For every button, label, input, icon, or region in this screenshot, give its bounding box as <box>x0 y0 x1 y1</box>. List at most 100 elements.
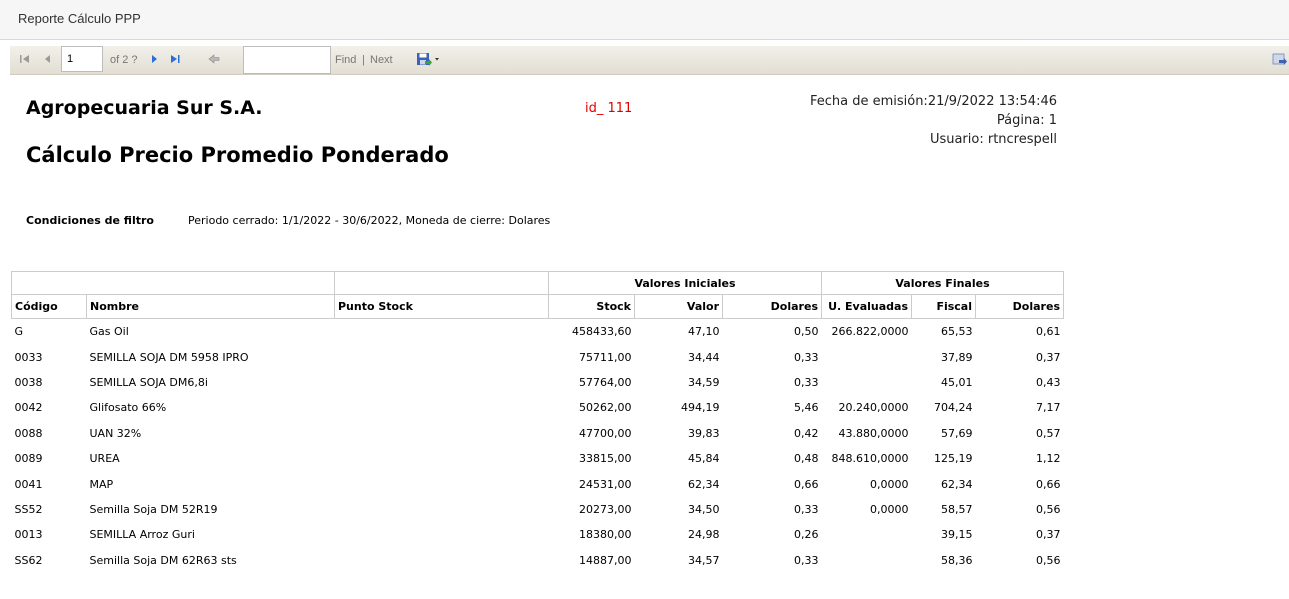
cell-nombre: SEMILLA SOJA DM 5958 IPRO <box>89 350 249 364</box>
find-link[interactable]: Find <box>335 54 356 66</box>
export-save-icon[interactable] <box>416 52 440 66</box>
col-header-dolares-iniciales: Dolares <box>722 294 822 319</box>
cell-dolares-iniciales: 0,50 <box>794 325 819 339</box>
find-next-link[interactable]: Next <box>370 54 393 66</box>
cell-valor: 24,98 <box>688 528 720 542</box>
cell-punto-stock <box>335 344 549 369</box>
company-name: Agropecuaria Sur S.A. <box>26 97 263 119</box>
cell-nombre: UREA <box>89 452 120 466</box>
cell-stock: 57764,00 <box>579 375 632 389</box>
feed-export-icon[interactable] <box>1272 52 1288 66</box>
first-page-icon[interactable] <box>18 52 32 66</box>
cell-dolares-iniciales: 0,33 <box>794 553 819 567</box>
table-row: 0042 Glifosato 66% 50262,00 494,19 5,46 20.24… <box>12 395 1064 420</box>
page-number-input[interactable] <box>61 46 103 72</box>
cell-fiscal: 45,01 <box>941 375 973 389</box>
cell-u-evaluadas <box>822 522 912 547</box>
window-titlebar: Reporte Cálculo PPP <box>0 0 1289 40</box>
cell-punto-stock <box>335 548 549 573</box>
table-row: SS62 Semilla Soja DM 62R63 sts 14887,00 34,… <box>12 548 1064 573</box>
cell-u-evaluadas <box>822 548 912 573</box>
cell-fiscal: 125,19 <box>934 452 973 466</box>
cell-dolares-iniciales: 0,42 <box>794 426 819 440</box>
last-page-icon[interactable] <box>168 52 182 66</box>
cell-dolares-finales: 0,43 <box>1036 375 1061 389</box>
cell-punto-stock <box>335 421 549 446</box>
cell-dolares-finales: 0,37 <box>1036 350 1061 364</box>
group-header-row: Valores Iniciales Valores Finales <box>11 271 1064 295</box>
col-header-nombre: Nombre <box>86 294 335 319</box>
cell-u-evaluadas: 848.610,0000 <box>831 452 909 466</box>
col-header-codigo: Código <box>11 294 87 319</box>
cell-codigo: G <box>14 325 24 339</box>
cell-stock: 47700,00 <box>579 426 632 440</box>
back-to-parent-icon[interactable] <box>207 52 221 66</box>
find-text-input[interactable] <box>243 46 331 74</box>
cell-punto-stock <box>335 471 549 496</box>
column-header-row: Código Nombre Punto Stock Stock Valor Do… <box>11 294 1064 319</box>
cell-nombre: SEMILLA Arroz Guri <box>89 528 195 542</box>
cell-dolares-finales: 7,17 <box>1036 401 1061 415</box>
filter-conditions-label: Condiciones de filtro <box>26 214 154 227</box>
cell-dolares-iniciales: 0,26 <box>794 528 819 542</box>
cell-codigo: 0042 <box>14 401 43 415</box>
report-id: id_ 111 <box>585 101 633 116</box>
cell-dolares-iniciales: 0,33 <box>794 502 819 516</box>
cell-valor: 45,84 <box>688 452 720 466</box>
cell-valor: 34,50 <box>688 502 720 516</box>
cell-valor: 494,19 <box>681 401 720 415</box>
cell-nombre: Gas Oil <box>89 325 129 339</box>
group-header-blank <box>11 271 335 295</box>
cell-codigo: SS52 <box>14 502 43 516</box>
cell-stock: 20273,00 <box>579 502 632 516</box>
group-header-blank-2 <box>334 271 549 295</box>
table-row: 0013 SEMILLA Arroz Guri 18380,00 24,98 0,26 3… <box>12 522 1064 547</box>
next-page-icon[interactable] <box>147 52 161 66</box>
cell-nombre: MAP <box>89 477 114 491</box>
page-indicator: Página: 1 <box>996 113 1057 128</box>
cell-dolares-iniciales: 0,48 <box>794 452 819 466</box>
cell-stock: 458433,60 <box>572 325 632 339</box>
col-header-valor: Valor <box>634 294 723 319</box>
cell-codigo: SS62 <box>14 553 43 567</box>
cell-nombre: Glifosato 66% <box>89 401 167 415</box>
cell-fiscal: 58,57 <box>941 502 973 516</box>
table-row: 0089 UREA 33815,00 45,84 0,48 848.610,0000 125… <box>12 446 1064 471</box>
cell-stock: 18380,00 <box>579 528 632 542</box>
cell-u-evaluadas: 0,0000 <box>870 502 909 516</box>
cell-fiscal: 704,24 <box>934 401 973 415</box>
cell-fiscal: 58,36 <box>941 553 973 567</box>
col-header-punto-stock: Punto Stock <box>334 294 549 319</box>
cell-dolares-finales: 0,61 <box>1036 325 1061 339</box>
col-header-stock: Stock <box>548 294 635 319</box>
cell-u-evaluadas <box>822 370 912 395</box>
cell-dolares-iniciales: 0,33 <box>794 350 819 364</box>
cell-dolares-finales: 0,66 <box>1036 477 1061 491</box>
cell-nombre: UAN 32% <box>89 426 142 440</box>
report-body: Agropecuaria Sur S.A. Cálculo Precio Pro… <box>0 75 1289 599</box>
cell-punto-stock <box>335 446 549 471</box>
cell-dolares-finales: 0,56 <box>1036 553 1061 567</box>
find-separator: | <box>362 54 365 66</box>
cell-punto-stock <box>335 522 549 547</box>
report-toolbar: of 2 ? Find | Next <box>10 46 1289 75</box>
cell-punto-stock <box>335 370 549 395</box>
cell-valor: 34,57 <box>688 553 720 567</box>
ppp-table: Valores Iniciales Valores Finales Código… <box>11 271 1064 573</box>
col-header-dolares-finales: Dolares <box>975 294 1064 319</box>
cell-codigo: 0033 <box>14 350 43 364</box>
cell-u-evaluadas: 43.880,0000 <box>838 426 909 440</box>
user-label: Usuario: rtncrespell <box>929 132 1057 147</box>
cell-stock: 50262,00 <box>579 401 632 415</box>
group-header-iniciales: Valores Iniciales <box>548 271 822 295</box>
cell-codigo: 0013 <box>14 528 43 542</box>
emission-date: Fecha de emisión:21/9/2022 13:54:46 <box>809 94 1057 109</box>
cell-codigo: 0089 <box>14 452 43 466</box>
col-header-fiscal: Fiscal <box>911 294 976 319</box>
cell-codigo: 0088 <box>14 426 43 440</box>
cell-fiscal: 65,53 <box>941 325 973 339</box>
window-title: Reporte Cálculo PPP <box>18 11 141 26</box>
cell-fiscal: 39,15 <box>941 528 973 542</box>
previous-page-icon[interactable] <box>41 52 55 66</box>
cell-stock: 75711,00 <box>579 350 632 364</box>
